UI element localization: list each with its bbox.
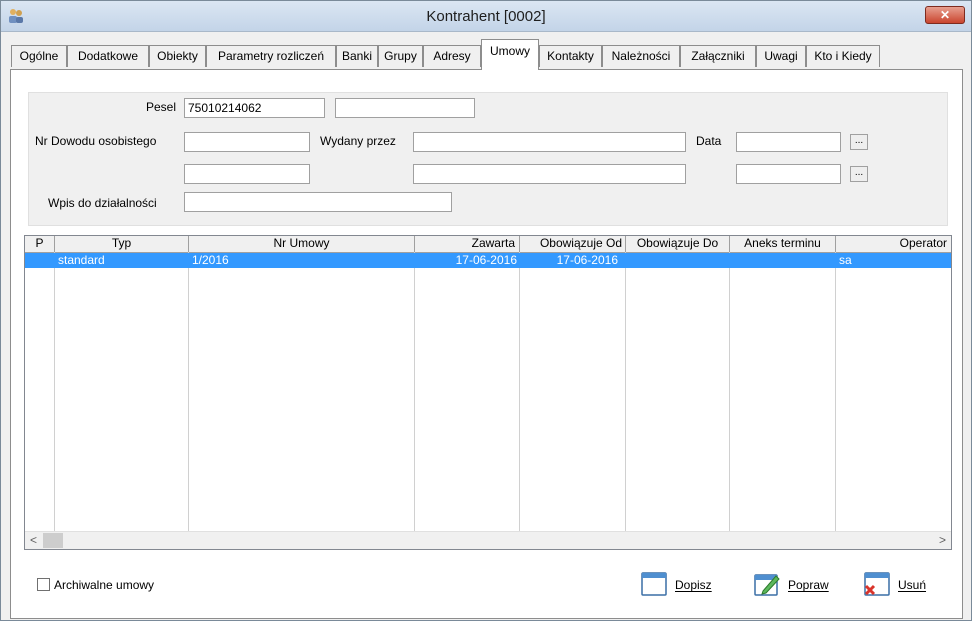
table-row[interactable]: standard 1/2016 17-06-2016 17-06-2016 sa (25, 253, 951, 268)
archiwalne-checkbox[interactable] (37, 578, 50, 591)
tab-parametry-rozliczen[interactable]: Parametry rozliczeń (206, 45, 336, 67)
close-button[interactable]: ✕ (925, 6, 965, 24)
window-title: Kontrahent [0002] (426, 8, 546, 25)
tab-label: Ogólne (19, 49, 59, 63)
data-second-input[interactable] (736, 164, 841, 184)
tab-label: Kto i Kiedy (814, 49, 872, 63)
data-input[interactable] (736, 132, 841, 152)
tab-label: Grupy (384, 49, 417, 63)
tab-label: Adresy (433, 49, 471, 63)
tab-label: Umowy (489, 44, 530, 58)
cell-typ: standard (58, 253, 105, 267)
date-picker-button[interactable]: ... (850, 134, 868, 150)
cell-zawarta: 17-06-2016 (455, 253, 517, 267)
usun-label: Usuń (898, 578, 927, 592)
tab-label: Kontakty (547, 49, 594, 63)
wydany-przez-label: Wydany przez (320, 134, 396, 148)
new-document-icon (641, 572, 667, 596)
wpis-input[interactable] (184, 192, 452, 212)
horizontal-scrollbar[interactable]: < > (25, 531, 951, 549)
column-header-aneks-terminu[interactable]: Aneks terminu (730, 236, 836, 252)
pesel-label: Pesel (146, 100, 177, 114)
cell-p (25, 253, 55, 268)
grid-header: P Typ Nr Umowy Zawarta Obowiązuje Od Obo… (25, 236, 951, 253)
tab-dodatkowe[interactable]: Dodatkowe (67, 45, 149, 67)
contracts-grid[interactable]: P Typ Nr Umowy Zawarta Obowiązuje Od Obo… (24, 235, 952, 550)
scroll-left-icon[interactable]: < (25, 532, 42, 549)
tab-kontakty[interactable]: Kontakty (539, 45, 602, 67)
column-header-p[interactable]: P (25, 236, 55, 252)
grid-divider (414, 252, 415, 532)
grid-divider (625, 252, 626, 532)
data-label: Data (696, 134, 722, 148)
column-header-typ[interactable]: Typ (55, 236, 189, 252)
contractor-window: Kontrahent [0002] ✕ Ogólne Dodatkowe Obi… (0, 0, 972, 621)
tab-ogolne[interactable]: Ogólne (11, 45, 67, 67)
tab-zalaczniki[interactable]: Załączniki (680, 45, 756, 67)
cell-obowiazuje-od: 17-06-2016 (556, 253, 618, 267)
tab-label: Należności (611, 49, 671, 63)
tab-label: Dodatkowe (77, 49, 139, 63)
tab-label: Obiekty (157, 49, 198, 63)
title-bar[interactable]: Kontrahent [0002] ✕ (1, 1, 971, 32)
column-header-nr-umowy[interactable]: Nr Umowy (189, 236, 415, 252)
tab-naleznosci[interactable]: Należności (602, 45, 680, 67)
grid-divider (54, 252, 55, 532)
tab-adresy[interactable]: Adresy (423, 45, 481, 67)
tab-grupy[interactable]: Grupy (378, 45, 423, 67)
close-icon: ✕ (939, 8, 951, 22)
tab-obiekty[interactable]: Obiekty (149, 45, 206, 67)
cell-aneks-terminu (730, 253, 836, 268)
wpis-label: Wpis do działalności (48, 196, 157, 210)
umowy-panel: Pesel 75010214062 Nr Dowodu osobistego W… (10, 69, 963, 619)
wydany-przez-second-input[interactable] (413, 164, 686, 184)
column-header-zawarta[interactable]: Zawarta (415, 236, 520, 252)
tab-kto-i-kiedy[interactable]: Kto i Kiedy (806, 45, 880, 67)
grid-divider (835, 252, 836, 532)
cell-obowiazuje-do (626, 253, 730, 268)
tab-uwagi[interactable]: Uwagi (756, 45, 806, 67)
popraw-label: Popraw (788, 578, 829, 592)
tab-banki[interactable]: Banki (336, 45, 378, 67)
tab-label: Uwagi (764, 49, 798, 63)
tab-label: Załączniki (691, 49, 745, 63)
grid-divider (519, 252, 520, 532)
delete-icon (864, 572, 890, 596)
grid-divider (188, 252, 189, 532)
scroll-right-icon[interactable]: > (934, 532, 951, 549)
column-header-operator[interactable]: Operator (836, 236, 951, 252)
column-header-obowiazuje-od[interactable]: Obowiązuje Od (520, 236, 626, 252)
date-picker-second-button[interactable]: ... (850, 166, 868, 182)
dowod-label: Nr Dowodu osobistego (35, 134, 157, 148)
scroll-thumb[interactable] (43, 533, 63, 548)
grid-divider (729, 252, 730, 532)
tab-umowy[interactable]: Umowy (481, 39, 539, 70)
dopisz-label: Dopisz (675, 578, 712, 592)
tab-label: Parametry rozliczeń (217, 49, 325, 63)
cell-operator: sa (839, 253, 852, 267)
wydany-przez-input[interactable] (413, 132, 686, 152)
archiwalne-label[interactable]: Archiwalne umowy (54, 578, 154, 592)
tab-label: Banki (341, 49, 373, 63)
pesel-input[interactable]: 75010214062 (184, 98, 325, 118)
cell-nr-umowy: 1/2016 (192, 253, 229, 267)
pesel-extra-input[interactable] (335, 98, 475, 118)
column-header-obowiazuje-do[interactable]: Obowiązuje Do (626, 236, 730, 252)
dowod-input[interactable] (184, 132, 310, 152)
edit-icon (754, 574, 780, 596)
dowod-second-input[interactable] (184, 164, 310, 184)
identity-form: Pesel 75010214062 Nr Dowodu osobistego W… (28, 92, 948, 226)
